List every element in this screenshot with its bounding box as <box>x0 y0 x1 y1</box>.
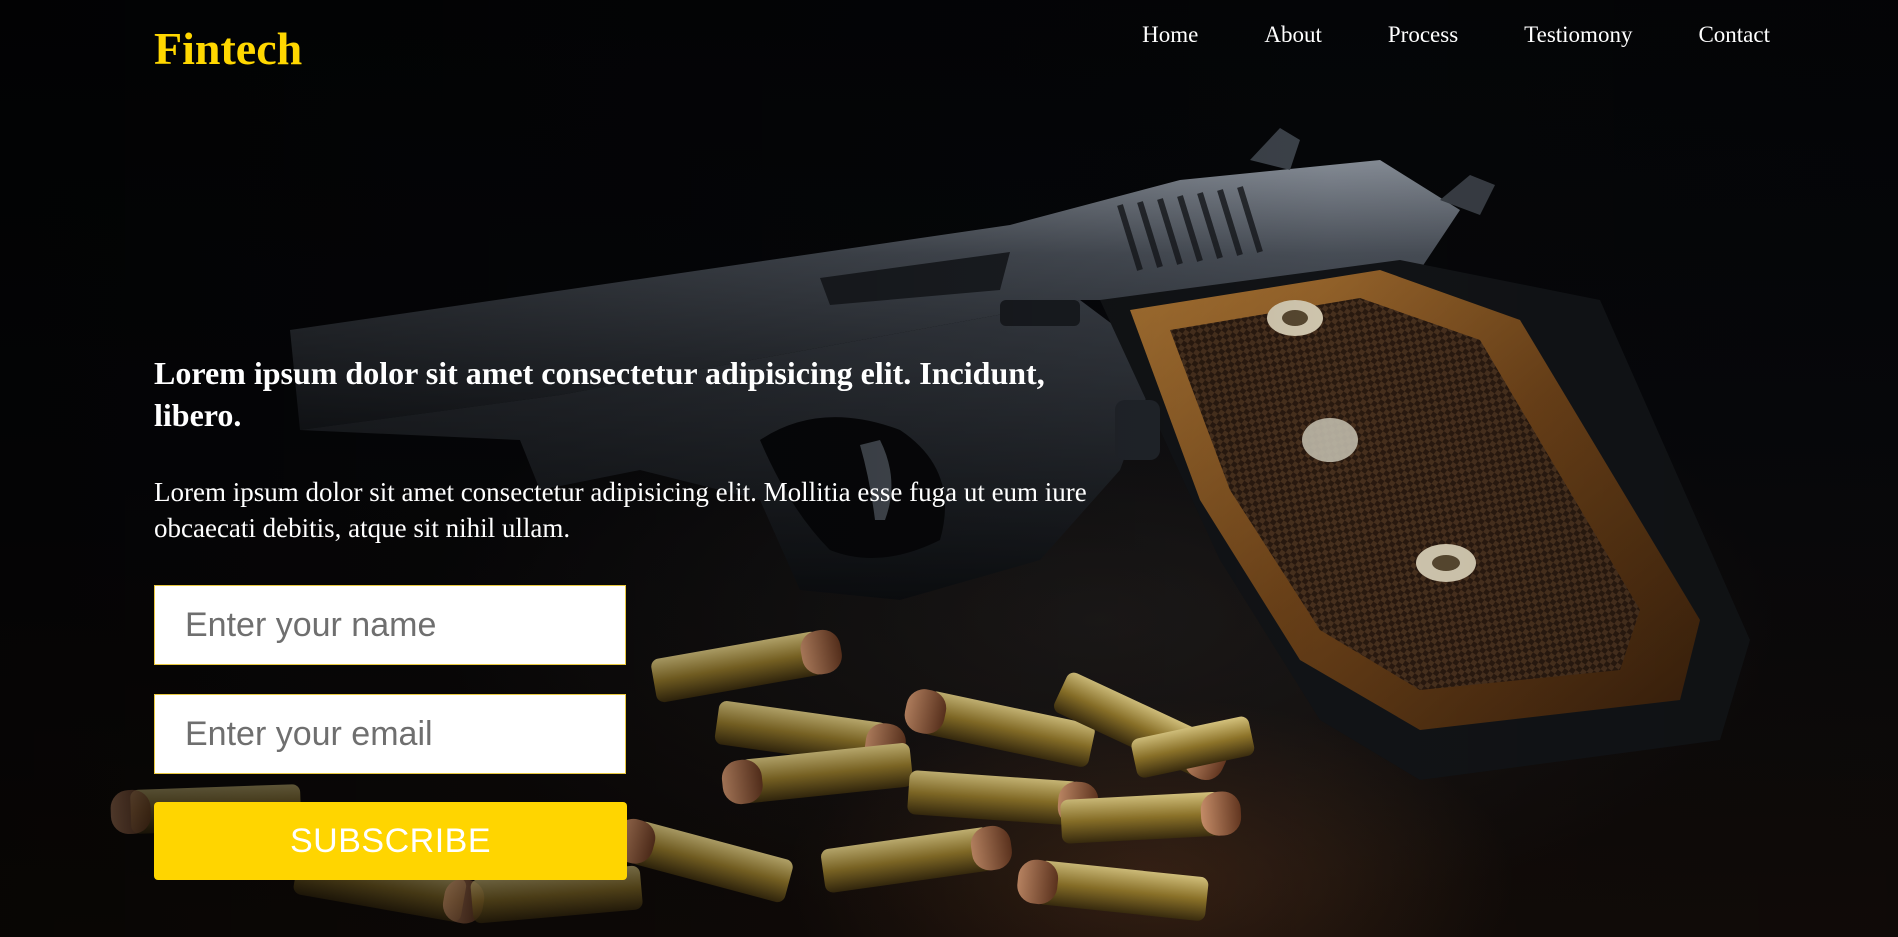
email-input[interactable] <box>154 694 626 774</box>
hero-section: Fintech Home About Process Testiomony Co… <box>0 0 1898 937</box>
nav-link-contact[interactable]: Contact <box>1698 18 1770 52</box>
main-nav: Home About Process Testiomony Contact <box>1070 18 1770 52</box>
nav-link-about[interactable]: About <box>1264 18 1322 52</box>
brand-logo[interactable]: Fintech <box>154 20 302 78</box>
background-overlay <box>0 0 1898 937</box>
nav-link-home[interactable]: Home <box>1142 18 1198 52</box>
subscribe-button[interactable]: SUBSCRIBE <box>154 802 627 880</box>
name-input[interactable] <box>154 585 626 665</box>
nav-link-testimony[interactable]: Testiomony <box>1524 18 1632 52</box>
hero-headline: Lorem ipsum dolor sit amet consectetur a… <box>154 355 1045 433</box>
nav-link-process[interactable]: Process <box>1388 18 1458 52</box>
hero-description: Lorem ipsum dolor sit amet consectetur a… <box>154 477 1087 543</box>
